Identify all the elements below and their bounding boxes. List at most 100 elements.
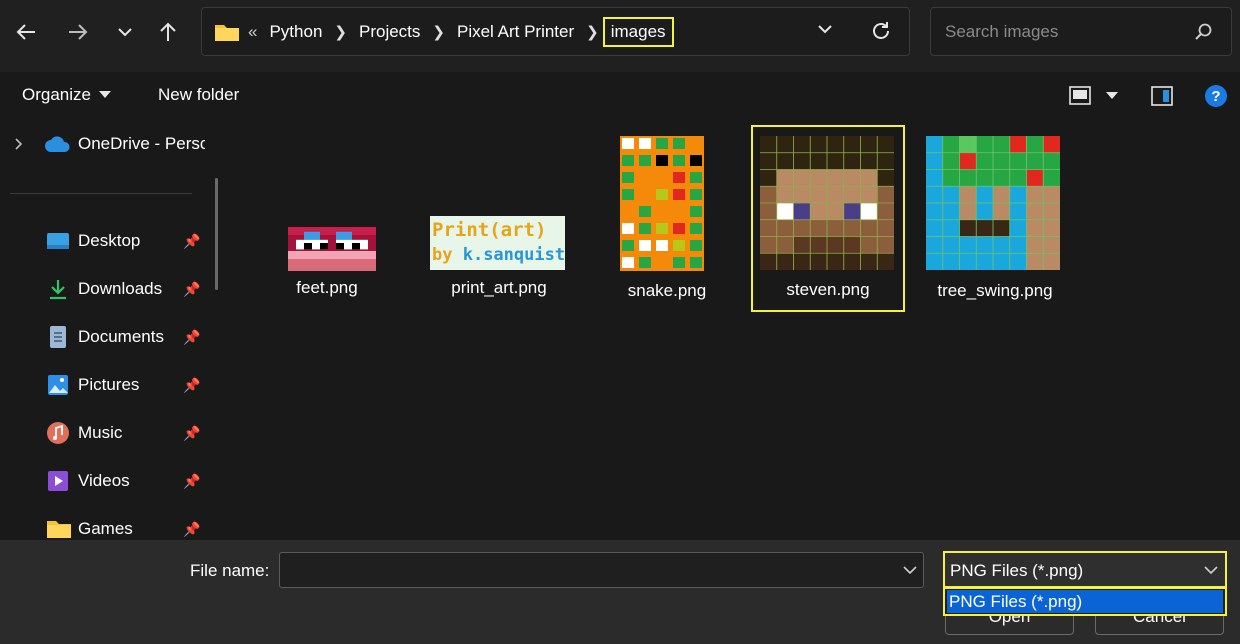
organize-label: Organize bbox=[22, 85, 91, 104]
desktop-icon bbox=[47, 233, 69, 249]
sidebar-item-label: Games bbox=[78, 519, 133, 538]
refresh-button[interactable] bbox=[870, 20, 892, 47]
file-type-select[interactable]: PNG Files (*.png) bbox=[943, 551, 1227, 588]
file-item[interactable]: tree_swing.png bbox=[920, 134, 1070, 304]
crumb-separator-icon[interactable]: ❯ bbox=[586, 23, 599, 41]
forward-button[interactable] bbox=[60, 14, 96, 50]
crumb-pixel-art-printer[interactable]: Pixel Art Printer bbox=[457, 22, 574, 42]
pin-icon: 📌 bbox=[183, 232, 201, 249]
command-bar: Organize New folder ? bbox=[0, 72, 1240, 120]
download-icon bbox=[50, 280, 66, 300]
file-name-label: snake.png bbox=[627, 281, 707, 300]
search-input[interactable] bbox=[943, 20, 1177, 43]
sidebar-item-videos[interactable]: Videos 📌 bbox=[0, 461, 205, 501]
pin-icon: 📌 bbox=[183, 472, 201, 489]
sidebar-item-music[interactable]: Music 📌 bbox=[0, 413, 205, 453]
file-item-selected[interactable]: steven.png bbox=[751, 125, 905, 312]
sidebar-item-onedrive[interactable]: OneDrive - Perso bbox=[0, 124, 205, 164]
sidebar-item-label: Downloads bbox=[78, 279, 163, 298]
pin-icon: 📌 bbox=[183, 328, 201, 345]
folder-icon bbox=[215, 24, 239, 41]
back-button[interactable] bbox=[8, 14, 44, 50]
sidebar-item-documents[interactable]: Documents 📌 bbox=[0, 317, 205, 357]
preview-pane-button[interactable] bbox=[1150, 84, 1174, 113]
new-folder-button[interactable]: New folder bbox=[158, 85, 239, 105]
chevron-down-icon bbox=[1204, 566, 1218, 575]
thumbnail-text: k.sanquist bbox=[462, 245, 566, 265]
recent-locations-button[interactable] bbox=[107, 14, 143, 50]
file-item[interactable]: Print(art) by k.sanquist print_art.png bbox=[424, 214, 574, 304]
help-icon: ? bbox=[1205, 85, 1227, 107]
navigation-pane: OneDrive - Perso Desktop 📌 Downloads 📌 D… bbox=[0, 120, 232, 540]
arrow-up-icon bbox=[160, 22, 176, 41]
document-icon bbox=[50, 326, 66, 348]
sidebar-item-label: OneDrive - Perso bbox=[78, 134, 205, 153]
up-button[interactable] bbox=[150, 14, 186, 50]
view-options-button[interactable] bbox=[1068, 84, 1118, 108]
caret-down-icon bbox=[98, 91, 111, 98]
arrow-right-icon bbox=[69, 24, 88, 40]
file-type-selected: PNG Files (*.png) bbox=[950, 561, 1084, 580]
sidebar-item-downloads[interactable]: Downloads 📌 bbox=[0, 269, 205, 309]
sidebar-item-label: Desktop bbox=[78, 231, 141, 250]
sidebar-item-pictures[interactable]: Pictures 📌 bbox=[0, 365, 205, 405]
pin-icon: 📌 bbox=[183, 280, 201, 297]
sidebar-divider bbox=[10, 193, 192, 194]
file-name-label: feet.png bbox=[296, 278, 358, 297]
image-thumbnail bbox=[926, 136, 1060, 270]
folder-icon bbox=[47, 521, 71, 538]
caret-down-icon bbox=[1106, 92, 1118, 99]
file-name-field[interactable] bbox=[279, 552, 924, 588]
chevron-down-icon bbox=[118, 28, 132, 37]
image-thumbnail bbox=[288, 227, 376, 271]
image-thumbnail bbox=[620, 136, 704, 271]
address-history-dropdown[interactable] bbox=[816, 20, 834, 43]
file-name-label: tree_swing.png bbox=[937, 281, 1053, 300]
crumb-separator-icon[interactable]: ❯ bbox=[432, 23, 445, 41]
image-thumbnail bbox=[760, 136, 894, 270]
file-name-label: File name: bbox=[190, 561, 270, 580]
crumb-python[interactable]: Python bbox=[269, 22, 322, 42]
search-box[interactable] bbox=[930, 7, 1232, 56]
organize-button[interactable]: Organize bbox=[22, 85, 111, 105]
file-list: feet.png Print(art) by k.sanquist print_… bbox=[232, 120, 1240, 540]
sidebar-item-label: Videos bbox=[78, 471, 130, 490]
preview-pane-icon bbox=[1151, 86, 1173, 106]
title-navigation-bar: « Python ❯ Projects ❯ Pixel Art Printer … bbox=[0, 0, 1240, 72]
crumb-separator-icon[interactable]: ❯ bbox=[334, 23, 347, 41]
pin-icon: 📌 bbox=[183, 376, 201, 393]
sidebar-item-label: Documents bbox=[78, 327, 164, 346]
pin-icon: 📌 bbox=[183, 424, 201, 441]
videos-icon bbox=[48, 471, 68, 491]
search-icon bbox=[1195, 23, 1212, 40]
file-name-label: print_art.png bbox=[451, 278, 547, 297]
pictures-icon bbox=[48, 375, 68, 395]
file-item[interactable]: feet.png bbox=[272, 220, 382, 300]
chevron-down-icon bbox=[818, 25, 832, 34]
svg-text:?: ? bbox=[1211, 88, 1220, 105]
thumbnail-text: by k.sanquist bbox=[432, 245, 565, 265]
onedrive-cloud-icon bbox=[45, 136, 70, 152]
file-item[interactable]: snake.png bbox=[612, 134, 722, 304]
chevron-right-icon[interactable] bbox=[14, 137, 24, 151]
crumb-images[interactable]: images bbox=[602, 16, 674, 47]
address-bar[interactable]: « Python ❯ Projects ❯ Pixel Art Printer … bbox=[201, 7, 910, 56]
music-icon bbox=[47, 422, 69, 444]
crumb-projects[interactable]: Projects bbox=[359, 22, 420, 42]
thumbnail-text: by bbox=[432, 245, 463, 265]
view-icon bbox=[1069, 86, 1091, 105]
sidebar-scrollbar[interactable] bbox=[215, 178, 218, 290]
chevron-down-icon[interactable] bbox=[902, 564, 918, 576]
sidebar-item-label: Music bbox=[78, 423, 123, 442]
file-type-option[interactable]: PNG Files (*.png) bbox=[947, 590, 1223, 613]
help-button[interactable]: ? bbox=[1204, 84, 1228, 113]
sidebar-item-games[interactable]: Games 📌 bbox=[0, 509, 205, 540]
image-thumbnail: Print(art) by k.sanquist bbox=[430, 216, 565, 270]
file-type-dropdown-list: PNG Files (*.png) bbox=[943, 587, 1227, 616]
arrow-left-icon bbox=[16, 24, 35, 40]
pin-icon: 📌 bbox=[183, 520, 201, 537]
thumbnail-text: Print(art) bbox=[432, 219, 547, 241]
sidebar-item-desktop[interactable]: Desktop 📌 bbox=[0, 221, 205, 261]
overflow-crumb[interactable]: « bbox=[248, 22, 257, 42]
sidebar-item-label: Pictures bbox=[78, 375, 140, 394]
